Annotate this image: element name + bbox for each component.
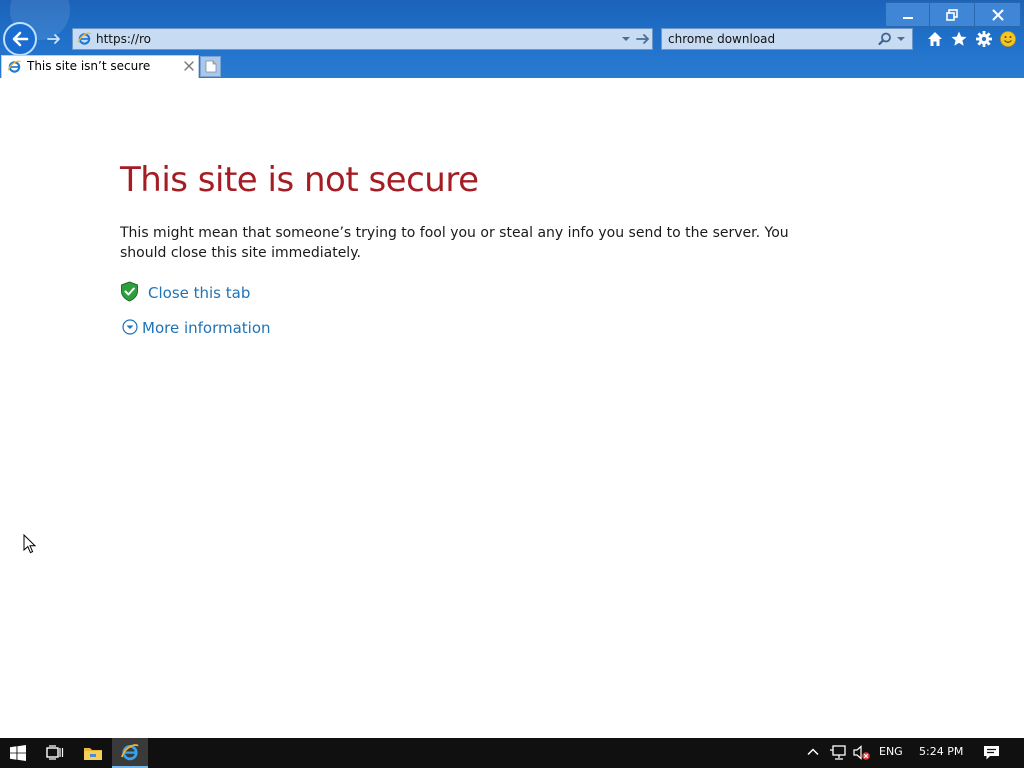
- smiley-icon[interactable]: [999, 30, 1017, 48]
- windows-logo-icon: [10, 745, 26, 761]
- notifications-icon[interactable]: [983, 745, 1000, 761]
- favorites-star-icon[interactable]: [950, 30, 968, 48]
- gear-icon[interactable]: [975, 30, 993, 48]
- tab-title: This site isn’t secure: [27, 59, 151, 73]
- mouse-cursor-icon: [23, 534, 37, 554]
- tab-close-icon[interactable]: [183, 60, 195, 72]
- file-explorer-button[interactable]: [76, 738, 110, 768]
- go-arrow-icon[interactable]: [636, 32, 650, 46]
- chevron-down-circle-icon[interactable]: [122, 319, 138, 335]
- browser-chrome: This site isn’t secure: [0, 0, 1024, 78]
- address-input[interactable]: [96, 29, 596, 49]
- task-view-button[interactable]: [38, 738, 72, 768]
- back-arrow-icon: [12, 31, 29, 47]
- system-clock[interactable]: 5:24 PM: [919, 745, 963, 758]
- forward-arrow-icon: [47, 34, 60, 44]
- restore-button[interactable]: [930, 2, 975, 27]
- close-window-button[interactable]: [975, 2, 1021, 27]
- start-button[interactable]: [0, 738, 36, 768]
- new-tab-icon: [205, 60, 216, 73]
- file-explorer-icon: [84, 748, 102, 760]
- show-hidden-icons-chevron-icon[interactable]: [806, 745, 820, 759]
- ie-logo-icon: [7, 60, 22, 73]
- tab-active[interactable]: This site isn’t secure: [1, 55, 199, 78]
- taskbar: ENG 5:24 PM: [0, 738, 1024, 768]
- search-bar[interactable]: [661, 28, 913, 50]
- restore-icon: [946, 8, 958, 21]
- search-icon[interactable]: [878, 32, 892, 46]
- shield-check-icon: [121, 281, 138, 302]
- warning-description: This might mean that someone’s trying to…: [120, 225, 789, 261]
- internet-explorer-taskbar-button[interactable]: [112, 738, 148, 768]
- search-input[interactable]: [668, 29, 868, 49]
- address-dropdown-icon[interactable]: [621, 34, 631, 44]
- task-view-icon: [46, 745, 64, 760]
- close-this-tab-link[interactable]: Close this tab: [148, 284, 250, 302]
- back-button[interactable]: [3, 22, 37, 56]
- page-content: This site is not secure This might mean …: [0, 78, 1024, 738]
- search-dropdown-icon[interactable]: [896, 34, 906, 44]
- minimize-icon: [902, 16, 913, 19]
- home-icon[interactable]: [926, 30, 944, 48]
- network-icon[interactable]: [829, 745, 847, 761]
- new-tab-button[interactable]: [200, 56, 221, 77]
- ie-logo-icon: [121, 744, 139, 761]
- page-title: This site is not secure: [120, 160, 479, 200]
- more-information-link[interactable]: More information: [142, 319, 271, 337]
- input-language-indicator[interactable]: ENG: [879, 745, 903, 758]
- close-icon: [992, 9, 1003, 20]
- minimize-button[interactable]: [885, 2, 930, 27]
- volume-muted-icon[interactable]: [853, 745, 871, 761]
- forward-button[interactable]: [43, 28, 65, 50]
- ie-logo-icon: [77, 32, 92, 45]
- address-bar[interactable]: [72, 28, 653, 50]
